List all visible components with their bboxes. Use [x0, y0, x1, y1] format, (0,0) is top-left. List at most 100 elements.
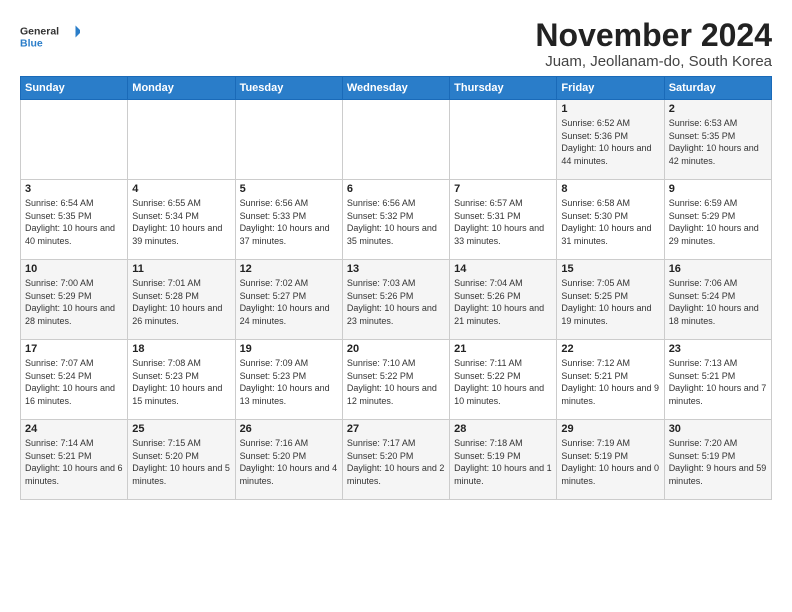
day-cell: 25 Sunrise: 7:15 AM Sunset: 5:20 PM Dayli…	[128, 420, 235, 500]
day-number: 24	[25, 423, 123, 435]
header: General Blue November 2024 Juam, Jeollan…	[20, 18, 772, 70]
day-number: 15	[561, 263, 659, 275]
day-info: Sunrise: 7:17 AM Sunset: 5:20 PM Dayligh…	[347, 437, 445, 487]
day-number: 17	[25, 343, 123, 355]
day-cell: 21Sunrise: 7:11 AM Sunset: 5:22 PM Dayli…	[450, 340, 557, 420]
day-number: 21	[454, 343, 552, 355]
day-info: Sunrise: 6:58 AM Sunset: 5:30 PM Dayligh…	[561, 197, 659, 247]
day-number: 9	[669, 183, 767, 195]
day-info: Sunrise: 7:04 AM Sunset: 5:26 PM Dayligh…	[454, 277, 552, 327]
day-cell: 28 Sunrise: 7:18 AM Sunset: 5:19 PM Dayli…	[450, 420, 557, 500]
day-info: Sunrise: 7:09 AM Sunset: 5:23 PM Dayligh…	[240, 357, 338, 407]
title-block: November 2024 Juam, Jeollanam-do, South …	[535, 18, 772, 70]
day-number: 18	[132, 343, 230, 355]
day-cell: 2 Sunrise: 6:53 AM Sunset: 5:35 PM Daylig…	[664, 100, 771, 180]
day-info: Sunrise: 6:59 AM Sunset: 5:29 PM Dayligh…	[669, 197, 767, 247]
day-cell: 29 Sunrise: 7:19 AM Sunset: 5:19 PM Dayli…	[557, 420, 664, 500]
day-number: 2	[669, 103, 767, 115]
day-info: Sunrise: 7:12 AM Sunset: 5:21 PM Dayligh…	[561, 357, 659, 407]
day-info: Sunrise: 7:10 AM Sunset: 5:22 PM Dayligh…	[347, 357, 445, 407]
svg-text:Blue: Blue	[20, 38, 43, 50]
day-cell: 19 Sunrise: 7:09 AM Sunset: 5:23 PM Dayli…	[235, 340, 342, 420]
day-cell: 9 Sunrise: 6:59 AM Sunset: 5:29 PM Daylig…	[664, 180, 771, 260]
day-number: 12	[240, 263, 338, 275]
day-info: Sunrise: 7:07 AM Sunset: 5:24 PM Dayligh…	[25, 357, 123, 407]
week-row-4: 17 Sunrise: 7:07 AM Sunset: 5:24 PM Dayli…	[21, 340, 772, 420]
logo: General Blue	[20, 18, 80, 54]
day-number: 29	[561, 423, 659, 435]
day-cell: 24 Sunrise: 7:14 AM Sunset: 5:21 PM Dayli…	[21, 420, 128, 500]
col-monday: Monday	[128, 77, 235, 100]
day-number: 22	[561, 343, 659, 355]
day-number: 11	[132, 263, 230, 275]
day-cell: 22 Sunrise: 7:12 AM Sunset: 5:21 PM Dayli…	[557, 340, 664, 420]
day-number: 27	[347, 423, 445, 435]
day-number: 4	[132, 183, 230, 195]
day-info: Sunrise: 7:00 AM Sunset: 5:29 PM Dayligh…	[25, 277, 123, 327]
day-number: 7	[454, 183, 552, 195]
day-cell: 7Sunrise: 6:57 AM Sunset: 5:31 PM Daylig…	[450, 180, 557, 260]
day-number: 23	[669, 343, 767, 355]
day-info: Sunrise: 6:54 AM Sunset: 5:35 PM Dayligh…	[25, 197, 123, 247]
day-cell: 11 Sunrise: 7:01 AM Sunset: 5:28 PM Dayli…	[128, 260, 235, 340]
day-number: 20	[347, 343, 445, 355]
day-number: 26	[240, 423, 338, 435]
day-cell: 27 Sunrise: 7:17 AM Sunset: 5:20 PM Dayli…	[342, 420, 449, 500]
day-info: Sunrise: 7:16 AM Sunset: 5:20 PM Dayligh…	[240, 437, 338, 487]
day-info: Sunrise: 6:56 AM Sunset: 5:33 PM Dayligh…	[240, 197, 338, 247]
day-cell: 17 Sunrise: 7:07 AM Sunset: 5:24 PM Dayli…	[21, 340, 128, 420]
day-cell: 3 Sunrise: 6:54 AM Sunset: 5:35 PM Daylig…	[21, 180, 128, 260]
day-number: 8	[561, 183, 659, 195]
day-number: 10	[25, 263, 123, 275]
week-row-5: 24 Sunrise: 7:14 AM Sunset: 5:21 PM Dayli…	[21, 420, 772, 500]
day-cell: 16 Sunrise: 7:06 AM Sunset: 5:24 PM Dayli…	[664, 260, 771, 340]
day-cell: 1 Sunrise: 6:52 AM Sunset: 5:36 PM Daylig…	[557, 100, 664, 180]
day-info: Sunrise: 7:02 AM Sunset: 5:27 PM Dayligh…	[240, 277, 338, 327]
day-cell: 4Sunrise: 6:55 AM Sunset: 5:34 PM Daylig…	[128, 180, 235, 260]
day-number: 6	[347, 183, 445, 195]
day-info: Sunrise: 7:01 AM Sunset: 5:28 PM Dayligh…	[132, 277, 230, 327]
day-number: 14	[454, 263, 552, 275]
calendar-table: Sunday Monday Tuesday Wednesday Thursday…	[20, 76, 772, 500]
day-info: Sunrise: 6:56 AM Sunset: 5:32 PM Dayligh…	[347, 197, 445, 247]
day-info: Sunrise: 7:06 AM Sunset: 5:24 PM Dayligh…	[669, 277, 767, 327]
calendar-page: General Blue November 2024 Juam, Jeollan…	[0, 0, 792, 510]
day-number: 28	[454, 423, 552, 435]
day-number: 3	[25, 183, 123, 195]
day-info: Sunrise: 7:15 AM Sunset: 5:20 PM Dayligh…	[132, 437, 230, 487]
day-info: Sunrise: 7:13 AM Sunset: 5:21 PM Dayligh…	[669, 357, 767, 407]
day-cell: 6 Sunrise: 6:56 AM Sunset: 5:32 PM Daylig…	[342, 180, 449, 260]
day-number: 19	[240, 343, 338, 355]
col-tuesday: Tuesday	[235, 77, 342, 100]
col-thursday: Thursday	[450, 77, 557, 100]
day-info: Sunrise: 7:19 AM Sunset: 5:19 PM Dayligh…	[561, 437, 659, 487]
day-number: 30	[669, 423, 767, 435]
day-cell	[235, 100, 342, 180]
week-row-3: 10 Sunrise: 7:00 AM Sunset: 5:29 PM Dayli…	[21, 260, 772, 340]
day-cell	[21, 100, 128, 180]
col-saturday: Saturday	[664, 77, 771, 100]
day-number: 13	[347, 263, 445, 275]
logo-svg: General Blue	[20, 18, 80, 54]
location: Juam, Jeollanam-do, South Korea	[535, 53, 772, 70]
day-info: Sunrise: 7:18 AM Sunset: 5:19 PM Dayligh…	[454, 437, 552, 487]
day-info: Sunrise: 7:14 AM Sunset: 5:21 PM Dayligh…	[25, 437, 123, 487]
day-cell: 18Sunrise: 7:08 AM Sunset: 5:23 PM Dayli…	[128, 340, 235, 420]
day-cell	[128, 100, 235, 180]
day-cell: 15Sunrise: 7:05 AM Sunset: 5:25 PM Dayli…	[557, 260, 664, 340]
col-friday: Friday	[557, 77, 664, 100]
col-wednesday: Wednesday	[342, 77, 449, 100]
day-info: Sunrise: 6:53 AM Sunset: 5:35 PM Dayligh…	[669, 117, 767, 167]
day-number: 16	[669, 263, 767, 275]
day-cell: 8 Sunrise: 6:58 AM Sunset: 5:30 PM Daylig…	[557, 180, 664, 260]
day-cell: 26 Sunrise: 7:16 AM Sunset: 5:20 PM Dayli…	[235, 420, 342, 500]
day-cell: 5 Sunrise: 6:56 AM Sunset: 5:33 PM Daylig…	[235, 180, 342, 260]
day-cell: 20 Sunrise: 7:10 AM Sunset: 5:22 PM Dayli…	[342, 340, 449, 420]
day-cell: 12 Sunrise: 7:02 AM Sunset: 5:27 PM Dayli…	[235, 260, 342, 340]
day-number: 1	[561, 103, 659, 115]
day-number: 5	[240, 183, 338, 195]
day-info: Sunrise: 7:03 AM Sunset: 5:26 PM Dayligh…	[347, 277, 445, 327]
day-number: 25	[132, 423, 230, 435]
day-cell	[342, 100, 449, 180]
day-info: Sunrise: 6:52 AM Sunset: 5:36 PM Dayligh…	[561, 117, 659, 167]
